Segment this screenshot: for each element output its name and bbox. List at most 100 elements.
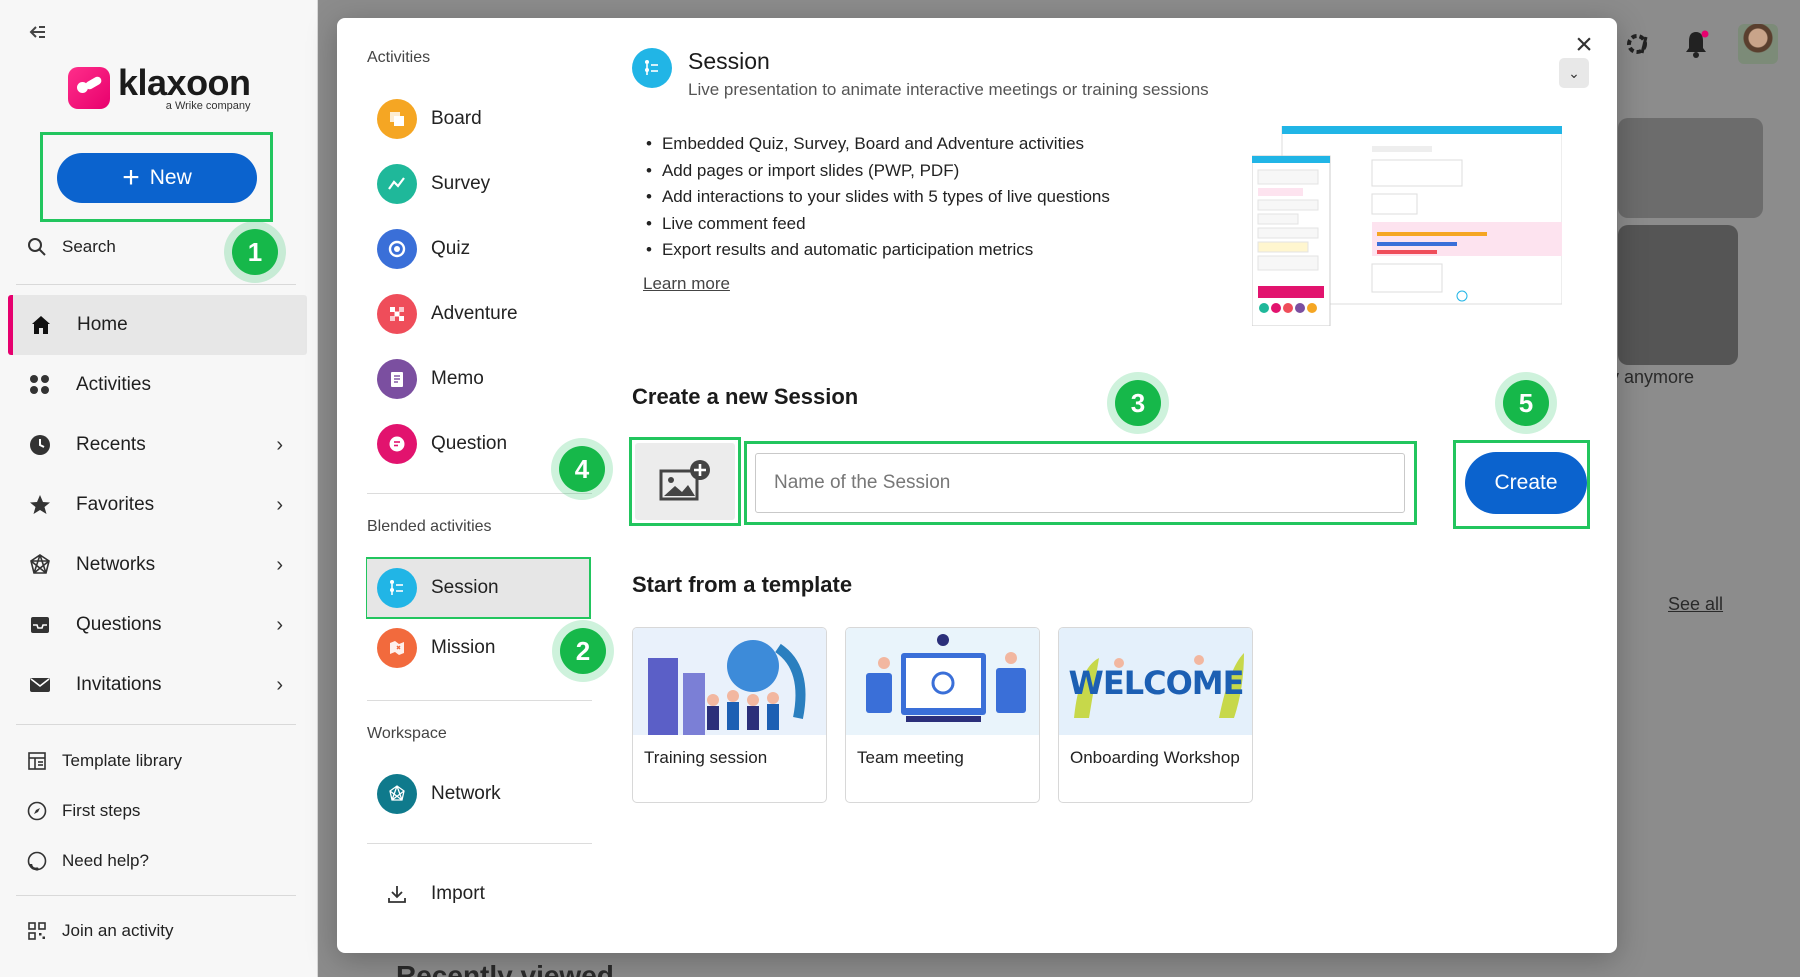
import-label: Import	[431, 883, 485, 904]
annotation-2: 2	[552, 620, 614, 682]
cover-image-button[interactable]	[635, 443, 735, 520]
mail-icon	[26, 671, 54, 699]
section-label-blended: Blended activities	[367, 518, 492, 535]
see-all-link[interactable]: See all	[1668, 594, 1723, 615]
session-title: Session	[688, 48, 770, 74]
section-divider	[367, 700, 592, 701]
session-feature-list: Embedded Quiz, Survey, Board and Adventu…	[646, 131, 1110, 264]
sidebar-item-label: Invitations	[76, 674, 162, 695]
sidebar-item-favorites[interactable]: Favorites ›	[8, 475, 307, 535]
sidebar-item-label: Networks	[76, 554, 156, 575]
sidebar-item-questions[interactable]: Questions ›	[8, 595, 307, 655]
sidebar-join-activity[interactable]: Join an activity	[26, 920, 174, 942]
klaxoon-logo-icon	[68, 67, 110, 109]
template-thumbnail	[633, 628, 826, 735]
sub-item-label: Need help?	[62, 851, 149, 870]
mission-icon	[377, 628, 417, 668]
section-divider	[367, 843, 592, 844]
sidebar-first-steps[interactable]: First steps	[26, 800, 140, 822]
session-preview-image	[1251, 125, 1563, 327]
sidebar-item-home[interactable]: Home	[8, 295, 307, 355]
annotation-3: 3	[1107, 372, 1169, 434]
star-icon	[26, 491, 54, 519]
topbar-icons	[1624, 24, 1778, 64]
activity-board[interactable]: Board	[377, 95, 482, 143]
activity-label: Memo	[431, 368, 484, 389]
session-header: Session Live presentation to animate int…	[632, 48, 1209, 100]
activity-label: Survey	[431, 173, 491, 194]
sidebar-divider	[16, 895, 296, 896]
activity-type-list: Activities Board Survey Quiz Adventure M…	[337, 18, 614, 953]
feature-item: Add pages or import slides (PWP, PDF)	[646, 158, 1110, 185]
sub-item-label: Join an activity	[62, 921, 174, 940]
tools-icon[interactable]	[1624, 29, 1654, 59]
plus-icon: +	[122, 161, 140, 194]
feature-item: Embedded Quiz, Survey, Board and Adventu…	[646, 131, 1110, 158]
session-name-input[interactable]	[755, 453, 1405, 513]
annotation-4: 4	[551, 438, 613, 500]
sidebar-need-help[interactable]: Need help?	[26, 850, 149, 872]
brand-tagline: a Wrike company	[165, 100, 251, 112]
learn-more-link[interactable]: Learn more	[643, 274, 730, 294]
sidebar-item-label: Questions	[76, 614, 162, 635]
activity-question[interactable]: Question	[377, 420, 507, 468]
sidebar-item-recents[interactable]: Recents ›	[8, 415, 307, 475]
sidebar-divider	[16, 724, 296, 725]
activity-session[interactable]: Session	[367, 559, 589, 617]
sidebar-item-invitations[interactable]: Invitations ›	[8, 655, 307, 715]
chevron-right-icon: ›	[276, 553, 283, 576]
compass-icon	[27, 801, 47, 821]
sidebar-template-library[interactable]: Template library	[26, 750, 182, 772]
brand-name: klaxoon	[118, 62, 251, 103]
bell-icon[interactable]	[1682, 29, 1710, 59]
section-label-workspace: Workspace	[367, 725, 447, 742]
sidebar-item-activities[interactable]: Activities	[8, 355, 307, 415]
avatar[interactable]	[1738, 24, 1778, 64]
search-icon	[28, 238, 46, 256]
sidebar-divider	[16, 284, 296, 285]
activity-memo[interactable]: Memo	[377, 355, 484, 403]
sidebar-item-label: Activities	[76, 374, 151, 395]
svg-text:WELCOME: WELCOME	[1069, 664, 1244, 702]
collapse-sidebar-icon[interactable]	[26, 20, 50, 44]
memo-icon	[377, 359, 417, 399]
background-text: y anymore	[1610, 367, 1695, 387]
import-button[interactable]: Import	[377, 870, 485, 918]
activity-quiz[interactable]: Quiz	[377, 225, 470, 273]
activity-adventure[interactable]: Adventure	[377, 290, 518, 338]
activity-label: Network	[431, 783, 501, 804]
sidebar-item-label: Home	[77, 314, 128, 335]
quiz-icon	[377, 229, 417, 269]
new-button[interactable]: + New	[57, 153, 257, 203]
background-card	[1618, 225, 1738, 365]
adventure-icon	[377, 294, 417, 334]
activity-label: Mission	[431, 637, 496, 658]
activity-mission[interactable]: Mission	[377, 624, 495, 672]
expand-dropdown-button[interactable]: ⌄	[1559, 58, 1589, 88]
inbox-icon	[26, 611, 54, 639]
add-image-icon	[659, 459, 710, 500]
activity-label: Board	[431, 108, 482, 129]
activity-network[interactable]: Network	[377, 770, 501, 818]
template-card-training-session[interactable]: Training session	[632, 627, 827, 803]
activity-survey[interactable]: Survey	[377, 160, 490, 208]
template-thumbnail	[846, 628, 1039, 735]
chevron-down-icon: ⌄	[1568, 64, 1580, 81]
create-button[interactable]: Create	[1465, 452, 1587, 514]
sidebar-item-label: Recents	[76, 434, 146, 455]
section-divider	[367, 493, 592, 494]
sidebar-item-networks[interactable]: Networks ›	[8, 535, 307, 595]
feature-item: Export results and automatic participati…	[646, 237, 1110, 264]
sub-item-label: First steps	[62, 801, 141, 820]
sub-item-label: Template library	[62, 751, 182, 770]
search-label: Search	[62, 237, 116, 256]
template-thumbnail: WELCOME	[1059, 628, 1252, 735]
template-card-onboarding-workshop[interactable]: WELCOME Onboarding Workshop	[1058, 627, 1253, 803]
sidebar-item-label: Favorites	[76, 494, 155, 515]
clock-icon	[26, 431, 54, 459]
klaxoon-logo[interactable]: klaxoon a Wrike company	[68, 64, 251, 112]
search-link[interactable]: Search	[26, 236, 116, 258]
activity-label: Adventure	[431, 303, 518, 324]
template-card-team-meeting[interactable]: Team meeting	[845, 627, 1040, 803]
section-label-activities: Activities	[367, 49, 431, 66]
